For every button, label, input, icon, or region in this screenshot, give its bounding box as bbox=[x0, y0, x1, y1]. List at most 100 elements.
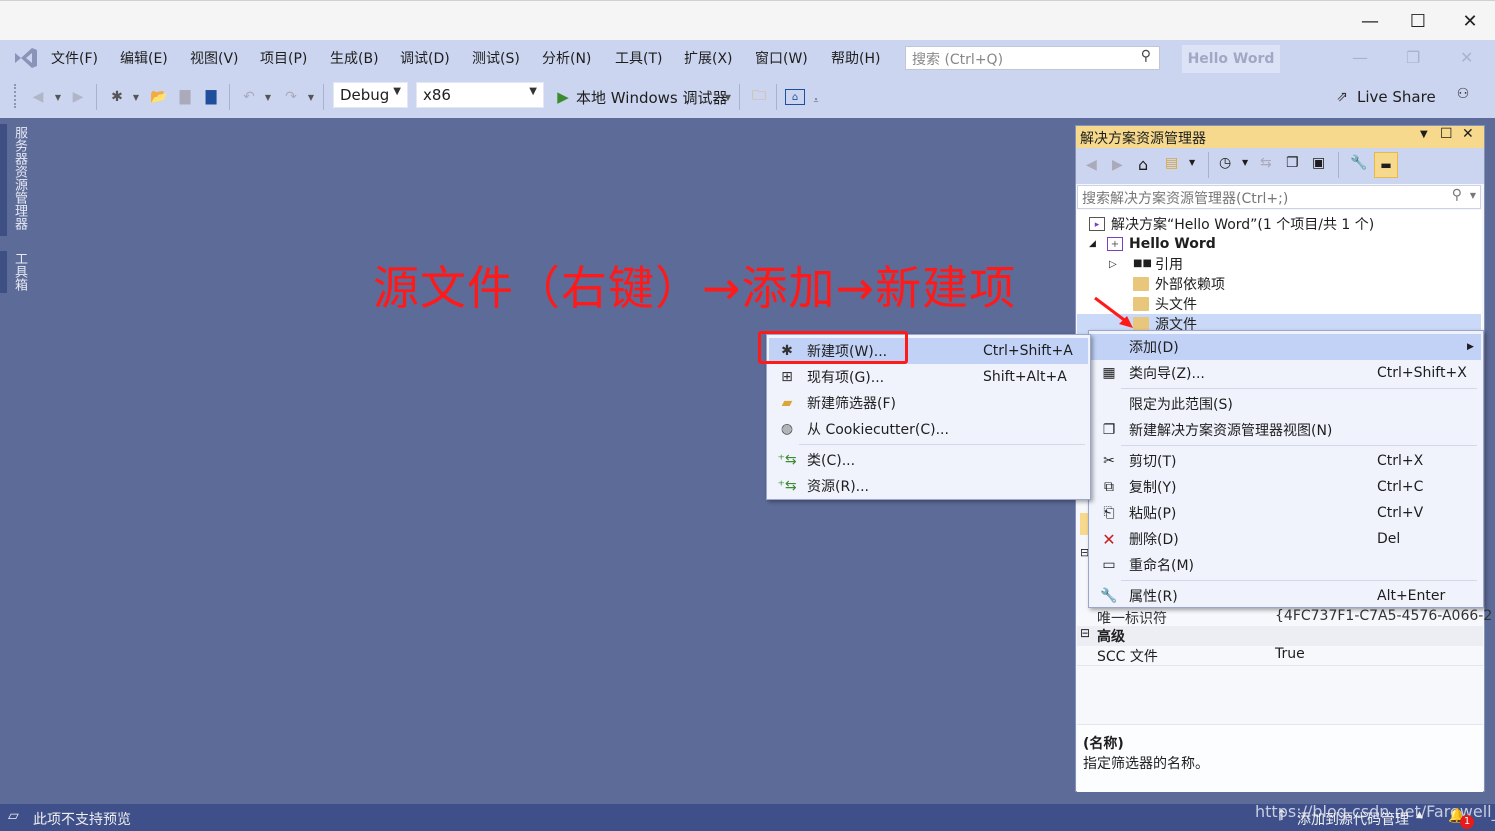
live-share-button[interactable]: Live Share bbox=[1357, 86, 1436, 108]
status-bar: ▱ 此项不支持预览 https://blog.csdn.net/Farewell… bbox=[0, 802, 1495, 831]
property-row-guid[interactable]: 唯一标识符 {4FC737F1-C7A5-4576-A066-2 bbox=[1077, 608, 1492, 628]
menu-item-copy[interactable]: ⧉ 复制(Y) Ctrl+C bbox=[1091, 474, 1481, 500]
back-icon[interactable]: ◀ bbox=[28, 86, 48, 108]
expanded-icon[interactable]: ◢ bbox=[1089, 239, 1107, 249]
menu-window[interactable]: 窗口(W) bbox=[755, 48, 808, 70]
minimize-icon[interactable]: — bbox=[1355, 9, 1385, 33]
toolbar-overflow-icon[interactable]: ⩡ bbox=[810, 90, 822, 112]
annotation-text: 源文件（右键）→添加→新建项 bbox=[373, 261, 1017, 315]
menu-item-new-filter[interactable]: ▰ 新建筛选器(F) bbox=[769, 390, 1088, 416]
play-icon[interactable]: ▶ bbox=[554, 86, 572, 108]
maximize-icon[interactable]: ☐ bbox=[1403, 9, 1433, 33]
config-value: Debug bbox=[340, 86, 390, 104]
menu-help[interactable]: 帮助(H) bbox=[831, 48, 880, 70]
redo-icon[interactable]: ↷ bbox=[280, 86, 302, 108]
panel-maximize-icon[interactable]: ☐ bbox=[1440, 126, 1453, 142]
menu-edit[interactable]: 编辑(E) bbox=[120, 48, 168, 70]
menu-item-paste[interactable]: ⎗ 粘贴(P) Ctrl+V bbox=[1091, 500, 1481, 526]
menu-separator bbox=[1121, 580, 1477, 581]
menu-project[interactable]: 项目(P) bbox=[260, 48, 307, 70]
new-project-dropdown-icon[interactable]: ▼ bbox=[130, 86, 142, 108]
description-title: (名称) bbox=[1083, 736, 1124, 752]
menu-item-existing-item[interactable]: ⊞ 现有项(G)... Shift+Alt+A bbox=[769, 364, 1088, 390]
inner-restore-icon[interactable]: ❐ bbox=[1406, 48, 1420, 67]
search-options-icon[interactable]: ▼ bbox=[1470, 191, 1476, 200]
toolbar-grip[interactable] bbox=[14, 84, 18, 108]
new-project-icon[interactable]: ✱ bbox=[106, 86, 128, 108]
menu-item-add[interactable]: 添加(D) ▶ bbox=[1091, 334, 1481, 360]
menu-debug[interactable]: 调试(D) bbox=[400, 48, 450, 70]
undo-icon[interactable]: ↶ bbox=[238, 86, 260, 108]
sync-icon[interactable]: ⇆ bbox=[1260, 155, 1272, 171]
solution-search-input[interactable]: 搜索解决方案资源管理器(Ctrl+;) ⚲ ▼ bbox=[1077, 185, 1481, 209]
collapse-all-icon[interactable]: ❐ bbox=[1286, 155, 1299, 171]
switch-views-dropdown-icon[interactable]: ▼ bbox=[1189, 158, 1195, 167]
config-select[interactable]: Debug ▼ bbox=[333, 82, 408, 108]
tree-item-references[interactable]: ▷ ■■ 引用 bbox=[1077, 254, 1481, 274]
menu-item-resource[interactable]: ⁺⇆ 资源(R)... bbox=[769, 473, 1088, 499]
menu-build[interactable]: 生成(B) bbox=[330, 48, 379, 70]
switch-views-icon[interactable]: ▤ bbox=[1165, 155, 1178, 171]
platform-select[interactable]: x86 ▼ bbox=[416, 82, 544, 108]
toolbar-separator bbox=[323, 84, 324, 110]
tree-item-project[interactable]: ◢ + Hello Word bbox=[1077, 234, 1481, 254]
inner-close-icon[interactable]: ✕ bbox=[1460, 48, 1473, 67]
menu-extensions[interactable]: 扩展(X) bbox=[684, 48, 733, 70]
menu-item-delete[interactable]: ✕ 删除(D) Del bbox=[1091, 526, 1481, 552]
menu-tools[interactable]: 工具(T) bbox=[615, 48, 662, 70]
undo-dropdown-icon[interactable]: ▼ bbox=[262, 86, 274, 108]
save-all-icon[interactable]: ▇ bbox=[200, 86, 222, 108]
menu-item-scope[interactable]: 限定为此范围(S) bbox=[1091, 391, 1481, 417]
notification-badge: 1 bbox=[1460, 815, 1474, 829]
menu-item-class-wizard[interactable]: ▦ 类向导(Z)... Ctrl+Shift+X bbox=[1091, 360, 1481, 386]
menu-analyze[interactable]: 分析(N) bbox=[542, 48, 591, 70]
find-in-files-icon[interactable]: 🗀 bbox=[748, 86, 770, 108]
tree-item-header-files[interactable]: 头文件 bbox=[1077, 294, 1481, 314]
run-dropdown-icon[interactable]: ▼ bbox=[722, 86, 734, 108]
cpp-project-icon: + bbox=[1107, 237, 1123, 251]
chevron-up-icon[interactable]: ▲ bbox=[1416, 810, 1423, 820]
menu-item-cut[interactable]: ✂ 剪切(T) Ctrl+X bbox=[1091, 448, 1481, 474]
redo-dropdown-icon[interactable]: ▼ bbox=[305, 86, 317, 108]
home-icon[interactable]: ⌂ bbox=[1138, 155, 1148, 174]
back-icon[interactable]: ◀ bbox=[1086, 157, 1097, 173]
menu-view[interactable]: 视图(V) bbox=[190, 48, 239, 70]
open-folder-icon[interactable]: 📂 bbox=[148, 86, 170, 108]
run-debugger-button[interactable]: 本地 Windows 调试器 bbox=[576, 86, 728, 108]
collapsed-icon[interactable]: ▷ bbox=[1109, 259, 1133, 270]
menu-item-cookiecutter[interactable]: ◍ 从 Cookiecutter(C)... bbox=[769, 416, 1088, 442]
menu-item-new-view[interactable]: ❐ 新建解决方案资源管理器视图(N) bbox=[1091, 417, 1481, 443]
tree-item-external-deps[interactable]: 外部依赖项 bbox=[1077, 274, 1481, 294]
description-text: 指定筛选器的名称。 bbox=[1083, 756, 1209, 772]
tree-item-solution[interactable]: ▸ 解决方案“Hello Word”(1 个项目/共 1 个) bbox=[1077, 214, 1481, 234]
save-icon[interactable]: ▇ bbox=[174, 86, 196, 108]
panel-close-icon[interactable]: ✕ bbox=[1462, 126, 1474, 142]
preview-selected-icon[interactable]: ▬ bbox=[1374, 152, 1398, 178]
menu-item-class[interactable]: ⁺⇆ 类(C)... bbox=[769, 447, 1088, 473]
global-search-input[interactable]: 搜索 (Ctrl+Q) ⚲ bbox=[905, 46, 1160, 70]
menu-test[interactable]: 测试(S) bbox=[472, 48, 520, 70]
menu-item-rename[interactable]: ▭ 重命名(M) bbox=[1091, 552, 1481, 578]
feedback-icon[interactable]: ⚇ bbox=[1452, 83, 1474, 105]
property-row-scc[interactable]: SCC 文件 True bbox=[1077, 646, 1483, 666]
tab-toolbox[interactable]: 工具箱 bbox=[10, 252, 29, 291]
close-icon[interactable]: ✕ bbox=[1455, 9, 1485, 33]
collapse-section-icon[interactable]: ⊟ bbox=[1080, 626, 1090, 640]
source-control-button[interactable]: 添加到源代码管理 bbox=[1297, 809, 1409, 829]
share-icon[interactable]: ⇗ bbox=[1332, 86, 1352, 108]
inner-minimize-icon[interactable]: — bbox=[1352, 48, 1368, 67]
menu-item-properties[interactable]: 🔧 属性(R) Alt+Enter bbox=[1091, 583, 1481, 609]
panel-menu-icon[interactable]: ▼ bbox=[1420, 129, 1428, 140]
pending-changes-icon[interactable]: ◷ bbox=[1219, 155, 1231, 171]
home-window-icon[interactable]: ⌂ bbox=[785, 89, 805, 105]
forward-icon[interactable]: ▶ bbox=[68, 86, 88, 108]
properties-wrench-icon[interactable]: 🔧 bbox=[1350, 155, 1367, 171]
pending-dropdown-icon[interactable]: ▼ bbox=[1242, 158, 1248, 167]
forward-icon[interactable]: ▶ bbox=[1112, 157, 1123, 173]
property-section-advanced[interactable]: ⊟ 高级 bbox=[1077, 626, 1483, 646]
show-all-files-icon[interactable]: ▣ bbox=[1312, 155, 1325, 171]
menu-file[interactable]: 文件(F) bbox=[51, 48, 98, 70]
cut-icon: ✂ bbox=[1103, 453, 1115, 469]
back-dropdown-icon[interactable]: ▼ bbox=[52, 86, 64, 108]
tab-server-explorer[interactable]: 服务器资源管理器 bbox=[10, 126, 29, 230]
